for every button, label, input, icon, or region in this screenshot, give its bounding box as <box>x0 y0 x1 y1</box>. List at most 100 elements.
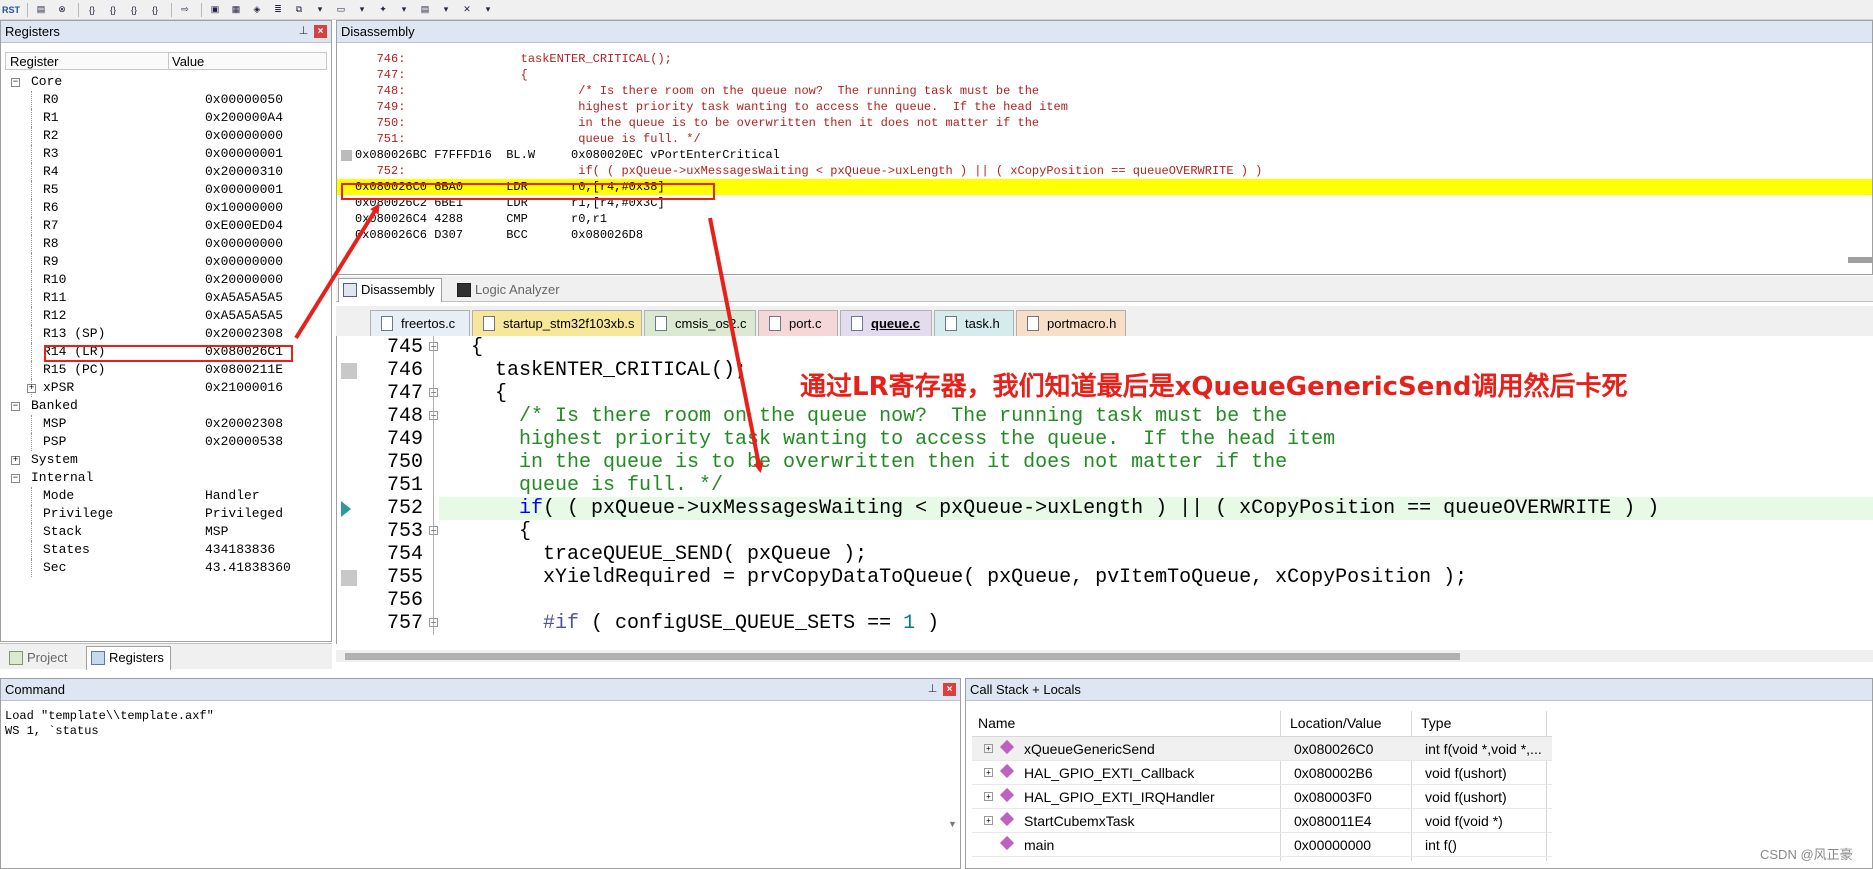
tools-icon[interactable]: ✕ <box>458 1 476 19</box>
callstack-row[interactable]: main 0x00000000 int f() <box>972 833 1552 857</box>
expand-icon[interactable]: + <box>984 744 993 753</box>
file-tab[interactable]: task.h <box>934 310 1014 336</box>
show-next-icon[interactable]: ⇨ <box>176 1 194 19</box>
breakpoint-gutter[interactable] <box>341 150 352 161</box>
register-row[interactable]: R1 0x200000A4 <box>7 109 329 127</box>
step-out-icon[interactable]: {} <box>125 1 143 19</box>
register-group-banked[interactable]: − Banked <box>7 397 329 415</box>
register-value[interactable]: 0x200000A4 <box>205 109 283 127</box>
disassembly-instruction-line[interactable]: 0x080026C0 6BA0 LDR r0,[r4,#0x38] <box>337 179 1872 195</box>
trace-window-icon[interactable]: ▾ <box>395 1 413 19</box>
register-value[interactable]: 0x00000000 <box>205 235 283 253</box>
disassembly-instruction-line[interactable]: 0x080026C6 D307 BCC 0x080026D8 <box>337 227 1872 243</box>
register-row[interactable]: R0 0x00000050 <box>7 91 329 109</box>
register-value[interactable]: 0xE000ED04 <box>205 217 283 235</box>
serial-window-icon[interactable]: ▾ <box>353 1 371 19</box>
register-value[interactable]: 0x20000538 <box>205 433 283 451</box>
register-row[interactable]: States 434183836 <box>7 541 329 559</box>
watch-window-icon[interactable]: ▾ <box>311 1 329 19</box>
register-row[interactable]: R3 0x00000001 <box>7 145 329 163</box>
tab-project[interactable]: Project <box>4 646 74 670</box>
register-row[interactable]: R7 0xE000ED04 <box>7 217 329 235</box>
pin-icon[interactable]: ⊥ <box>297 25 310 38</box>
breakpoint-gutter[interactable] <box>341 570 357 586</box>
expand-icon[interactable]: + <box>11 456 20 465</box>
register-value[interactable]: 0x00000000 <box>205 127 283 145</box>
code-line[interactable]: 754 traceQUEUE_SEND( pxQueue ); <box>337 543 1873 566</box>
command-window-icon[interactable]: ▣ <box>206 1 224 19</box>
register-value[interactable]: Handler <box>205 487 260 505</box>
callstack-row[interactable]: + HAL_GPIO_EXTI_Callback 0x080002B6 void f(… <box>972 761 1552 785</box>
close-icon[interactable]: × <box>943 683 956 696</box>
register-row[interactable]: Privilege Privileged <box>7 505 329 523</box>
tab-registers[interactable]: Registers <box>86 646 171 670</box>
stop-icon[interactable]: ⊗ <box>53 1 71 19</box>
expand-icon[interactable]: + <box>984 768 993 777</box>
register-row[interactable]: R5 0x00000001 <box>7 181 329 199</box>
close-icon[interactable]: × <box>314 25 327 38</box>
register-row[interactable]: MSP 0x20002308 <box>7 415 329 433</box>
file-tab[interactable]: cmsis_os2.c <box>644 310 756 336</box>
collapse-icon[interactable]: − <box>11 402 20 411</box>
code-line[interactable]: 757− #if ( configUSE_QUEUE_SETS == 1 ) <box>337 612 1873 635</box>
expand-icon[interactable]: + <box>984 816 993 825</box>
code-line[interactable]: 753− { <box>337 520 1873 543</box>
register-value[interactable]: 0x20000000 <box>205 271 283 289</box>
register-value[interactable]: 0x00000000 <box>205 253 283 271</box>
fold-icon[interactable]: − <box>429 388 438 397</box>
system-viewer-icon[interactable]: ▤ <box>416 1 434 19</box>
scroll-down-icon[interactable]: ▼ <box>948 819 958 829</box>
collapse-icon[interactable]: − <box>11 78 20 87</box>
register-group-internal[interactable]: − Internal <box>7 469 329 487</box>
file-tab[interactable]: port.c <box>758 310 838 336</box>
register-row[interactable]: R14 (LR) 0x080026C1 <box>7 343 329 361</box>
editor-horizontal-scrollbar[interactable] <box>345 653 1460 660</box>
code-line[interactable]: 749 highest priority task wanting to acc… <box>337 428 1873 451</box>
file-tab[interactable]: queue.c <box>840 310 932 336</box>
register-row[interactable]: R13 (SP) 0x20002308 <box>7 325 329 343</box>
register-value[interactable]: 0x0800211E <box>205 361 283 379</box>
register-value[interactable]: 0x20000310 <box>205 163 283 181</box>
step-into-icon[interactable]: {} <box>83 1 101 19</box>
disassembly-source-line[interactable]: 750: in the queue is to be overwritten t… <box>337 115 1872 131</box>
register-value[interactable]: 0xA5A5A5A5 <box>205 307 283 325</box>
register-row[interactable]: R6 0x10000000 <box>7 199 329 217</box>
register-row[interactable]: + xPSR 0x21000016 <box>7 379 329 397</box>
register-value[interactable]: 0x20002308 <box>205 325 283 343</box>
register-row[interactable]: Sec 43.41838360 <box>7 559 329 577</box>
register-value[interactable]: 0x20002308 <box>205 415 283 433</box>
disassembly-listing[interactable]: 746: taskENTER_CRITICAL(); 747: { 748: /… <box>337 51 1872 243</box>
register-row[interactable]: R4 0x20000310 <box>7 163 329 181</box>
register-value[interactable]: 0x00000050 <box>205 91 283 109</box>
toolbox-icon[interactable]: ▾ <box>437 1 455 19</box>
code-line[interactable]: 745− { <box>337 336 1873 359</box>
register-value[interactable]: 0x00000001 <box>205 181 283 199</box>
tab-disassembly[interactable]: Disassembly <box>338 278 442 302</box>
register-row[interactable]: R12 0xA5A5A5A5 <box>7 307 329 325</box>
tab-logic-analyzer[interactable]: Logic Analyzer <box>452 278 567 302</box>
callstack-window-icon[interactable]: ⧉ <box>290 1 308 19</box>
register-row[interactable]: Stack MSP <box>7 523 329 541</box>
run-to-cursor-icon[interactable]: {} <box>146 1 164 19</box>
file-tab[interactable]: portmacro.h <box>1016 310 1126 336</box>
breakpoint-gutter[interactable] <box>341 363 357 379</box>
fold-icon[interactable]: − <box>429 618 438 627</box>
register-value[interactable]: 434183836 <box>205 541 275 559</box>
register-value[interactable]: 0x080026C1 <box>205 343 283 361</box>
fold-icon[interactable]: − <box>429 411 438 420</box>
disassembly-instruction-line[interactable]: 0x080026C2 6BE1 LDR r1,[r4,#0x3C] <box>337 195 1872 211</box>
step-over-icon[interactable]: {} <box>104 1 122 19</box>
disassembly-instruction-line[interactable]: 0x080026BC F7FFFD16 BL.W 0x080020EC vPor… <box>337 147 1872 163</box>
code-line[interactable]: 748− /* Is there room on the queue now? … <box>337 405 1873 428</box>
register-row[interactable]: R10 0x20000000 <box>7 271 329 289</box>
pin-icon[interactable]: ⊥ <box>926 683 939 696</box>
analysis-window-icon[interactable]: ✦ <box>374 1 392 19</box>
registers-window-icon[interactable]: ≣ <box>269 1 287 19</box>
dropdown-icon[interactable]: ▾ <box>479 1 497 19</box>
collapse-icon[interactable]: − <box>11 474 20 483</box>
register-row[interactable]: R8 0x00000000 <box>7 235 329 253</box>
expand-icon[interactable]: + <box>984 792 993 801</box>
run-icon[interactable]: ▤ <box>32 1 50 19</box>
memory-window-icon[interactable]: ▭ <box>332 1 350 19</box>
register-row[interactable]: R11 0xA5A5A5A5 <box>7 289 329 307</box>
